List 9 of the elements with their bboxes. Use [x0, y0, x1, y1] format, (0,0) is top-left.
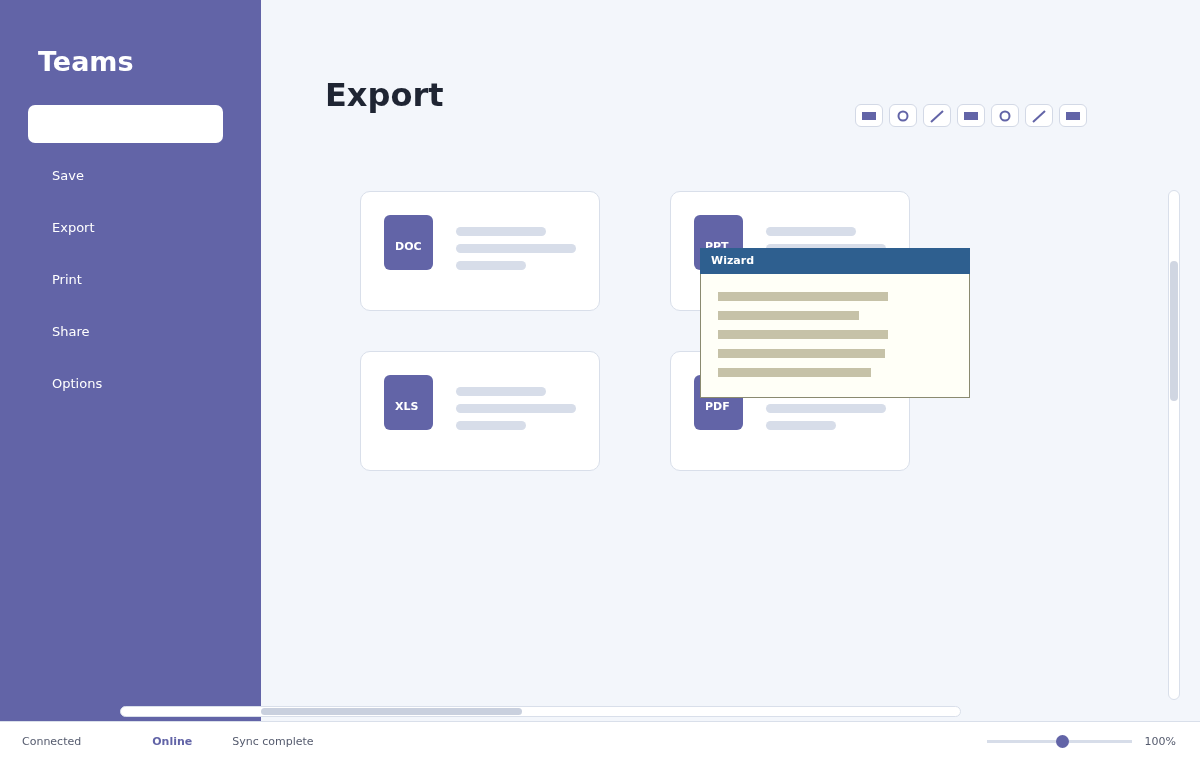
file-type-badge: DOC: [384, 215, 433, 270]
page-title: Export: [325, 76, 445, 114]
status-text: Sync complete: [232, 734, 314, 748]
app-title: Teams: [38, 46, 135, 79]
zoom-reading: 100%: [1144, 734, 1176, 748]
file-type-badge: XLS: [384, 375, 433, 430]
popup-title: Wizard: [700, 248, 970, 274]
status-text: Connected: [22, 734, 82, 748]
status-text: Online: [152, 734, 193, 748]
